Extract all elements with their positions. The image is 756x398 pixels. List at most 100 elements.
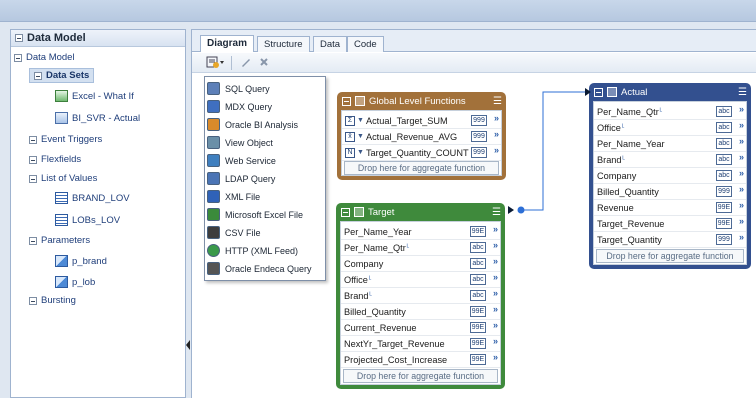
column-row[interactable]: Office ᴸ abc » [341,272,500,288]
menu-item-sql-query[interactable]: SQL Query [207,79,324,98]
tab-structure[interactable]: Structure [257,36,310,52]
collapse-icon[interactable] [341,207,350,217]
function-row[interactable]: Σ ▼ Actual_Target_SUM 999 » [342,113,501,129]
entity-menu-icon[interactable]: ☰ [738,87,747,98]
menu-item-web-service[interactable]: Web Service [207,151,324,170]
column-row[interactable]: NextYr_Target_Revenue 99E » [341,336,500,352]
column-row[interactable]: Per_Name_Qtr ᴸ abc » [594,104,746,120]
tree-item-dataset-bi-svr[interactable]: BI_SVR - Actual [55,112,140,124]
column-row[interactable]: Billed_Quantity 99E » [341,304,500,320]
actual-entity[interactable]: Actual ☰ Per_Name_Qtr ᴸ abc» Office ᴸ abc» P… [589,83,751,269]
tree-item-flexfields[interactable]: Flexfields [29,154,81,165]
menu-item-view-object[interactable]: View Object [207,133,324,152]
link-arrow-icon[interactable]: » [739,104,744,114]
entity-header[interactable]: Target ☰ [336,203,505,221]
number-type-icon: 999 [716,186,732,197]
edit-button[interactable] [239,56,253,69]
tree-item-list-of-values[interactable]: List of Values [29,173,97,184]
collapse-icon[interactable] [594,87,603,97]
tree-item-lobs-lov[interactable]: LOBs_LOV [55,214,120,226]
column-row[interactable]: Projected_Cost_Increase 99E » [341,352,500,368]
tree-item-data-sets[interactable]: Data Sets [29,68,95,83]
function-row[interactable]: N ▼ Target_Quantity_COUNT 999 » [342,145,501,161]
link-arrow-icon[interactable]: » [494,129,499,139]
function-row[interactable]: x̄ ▼ Actual_Revenue_AVG 999 » [342,129,501,145]
column-row[interactable]: Company abc » [341,256,500,272]
collapse-toggle-icon[interactable] [15,34,23,42]
link-arrow-icon[interactable]: » [493,256,498,266]
tree-item-parameters[interactable]: Parameters [29,235,90,246]
link-arrow-icon[interactable]: » [739,216,744,226]
menu-item-mdx-query[interactable]: MDX Query [207,97,324,116]
tree-item-p-lob[interactable]: p_lob [55,276,95,288]
link-arrow-icon[interactable]: » [493,336,498,346]
collapse-toggle-icon[interactable] [34,71,42,80]
collapse-toggle-icon[interactable] [29,155,37,164]
menu-item-ldap-query[interactable]: LDAP Query [207,169,324,188]
panel-header[interactable]: Data Model [11,30,185,47]
collapse-icon[interactable] [342,96,351,106]
collapse-toggle-icon[interactable] [29,135,37,144]
global-level-functions-entity[interactable]: Global Level Functions ☰ Σ ▼ Actual_Targ… [337,92,506,180]
link-arrow-icon[interactable]: » [493,320,498,330]
link-arrow-icon[interactable]: » [739,184,744,194]
column-row[interactable]: Current_Revenue 99E » [341,320,500,336]
entity-header[interactable]: Actual ☰ [589,83,751,101]
column-row[interactable]: Per_Name_Year 99E » [341,224,500,240]
aggregate-drop-zone[interactable]: Drop here for aggregate function [344,161,499,175]
menu-item-oracle-endeca-query[interactable]: Oracle Endeca Query [207,259,324,278]
column-row[interactable]: Target_Revenue 99E » [594,216,746,232]
tree-item-data-model[interactable]: Data Model [14,52,75,63]
link-arrow-icon[interactable]: » [493,288,498,298]
link-arrow-icon[interactable]: » [493,352,498,362]
link-arrow-icon[interactable]: » [739,152,744,162]
column-row[interactable]: Brand ᴸ abc » [341,288,500,304]
column-row[interactable]: Revenue 99E » [594,200,746,216]
menu-item-excel-file[interactable]: Microsoft Excel File [207,205,324,224]
collapse-toggle-icon[interactable] [14,53,22,62]
aggregate-drop-zone[interactable]: Drop here for aggregate function [596,249,744,263]
collapse-panel-icon[interactable] [186,340,190,350]
collapse-toggle-icon[interactable] [29,296,37,305]
link-arrow-icon[interactable]: » [739,136,744,146]
column-row[interactable]: Per_Name_Qtr ᴸ abc » [341,240,500,256]
link-arrow-icon[interactable]: » [739,200,744,210]
menu-item-http-xml-feed[interactable]: HTTP (XML Feed) [207,241,324,260]
entity-menu-icon[interactable]: ☰ [492,207,501,218]
collapse-toggle-icon[interactable] [29,174,37,183]
collapse-toggle-icon[interactable] [29,236,37,245]
menu-item-xml-file[interactable]: XML File [207,187,324,206]
entity-header[interactable]: Global Level Functions ☰ [337,92,506,110]
tree-item-bursting[interactable]: Bursting [29,295,76,306]
aggregate-drop-zone[interactable]: Drop here for aggregate function [343,369,498,383]
link-arrow-icon[interactable]: » [493,304,498,314]
tree-item-dataset-excel[interactable]: Excel - What If [55,90,134,102]
excel-file-icon [207,208,220,221]
link-arrow-icon[interactable]: » [739,232,744,242]
link-arrow-icon[interactable]: » [493,272,498,282]
menu-item-oracle-bi-analysis[interactable]: Oracle BI Analysis [207,115,324,134]
delete-button[interactable] [257,56,271,69]
link-arrow-icon[interactable]: » [739,120,744,130]
link-arrow-icon[interactable]: » [739,168,744,178]
column-row[interactable]: Company abc » [594,168,746,184]
column-row[interactable]: Office ᴸ abc » [594,120,746,136]
column-row[interactable]: Brand ᴸ abc » [594,152,746,168]
tab-diagram[interactable]: Diagram [200,35,255,52]
column-row[interactable]: Target_Quantity 999 » [594,232,746,248]
menu-item-csv-file[interactable]: CSV File [207,223,324,242]
target-entity[interactable]: Target ☰ Per_Name_Year 99E» Per_Name_Qtr ᴸ… [336,203,505,389]
tree-item-brand-lov[interactable]: BRAND_LOV [55,192,130,204]
link-arrow-icon[interactable]: » [493,224,498,234]
column-row[interactable]: Per_Name_Year abc » [594,136,746,152]
tree-item-event-triggers[interactable]: Event Triggers [29,134,102,145]
link-arrow-icon[interactable]: » [493,240,498,250]
tab-data[interactable]: Data [313,36,348,52]
column-row[interactable]: Billed_Quantity 999 » [594,184,746,200]
link-arrow-icon[interactable]: » [494,145,499,155]
entity-menu-icon[interactable]: ☰ [493,96,502,107]
new-dataset-button[interactable] [206,56,226,69]
tab-code[interactable]: Code [347,36,384,52]
link-arrow-icon[interactable]: » [494,113,499,123]
tree-item-p-brand[interactable]: p_brand [55,255,107,267]
